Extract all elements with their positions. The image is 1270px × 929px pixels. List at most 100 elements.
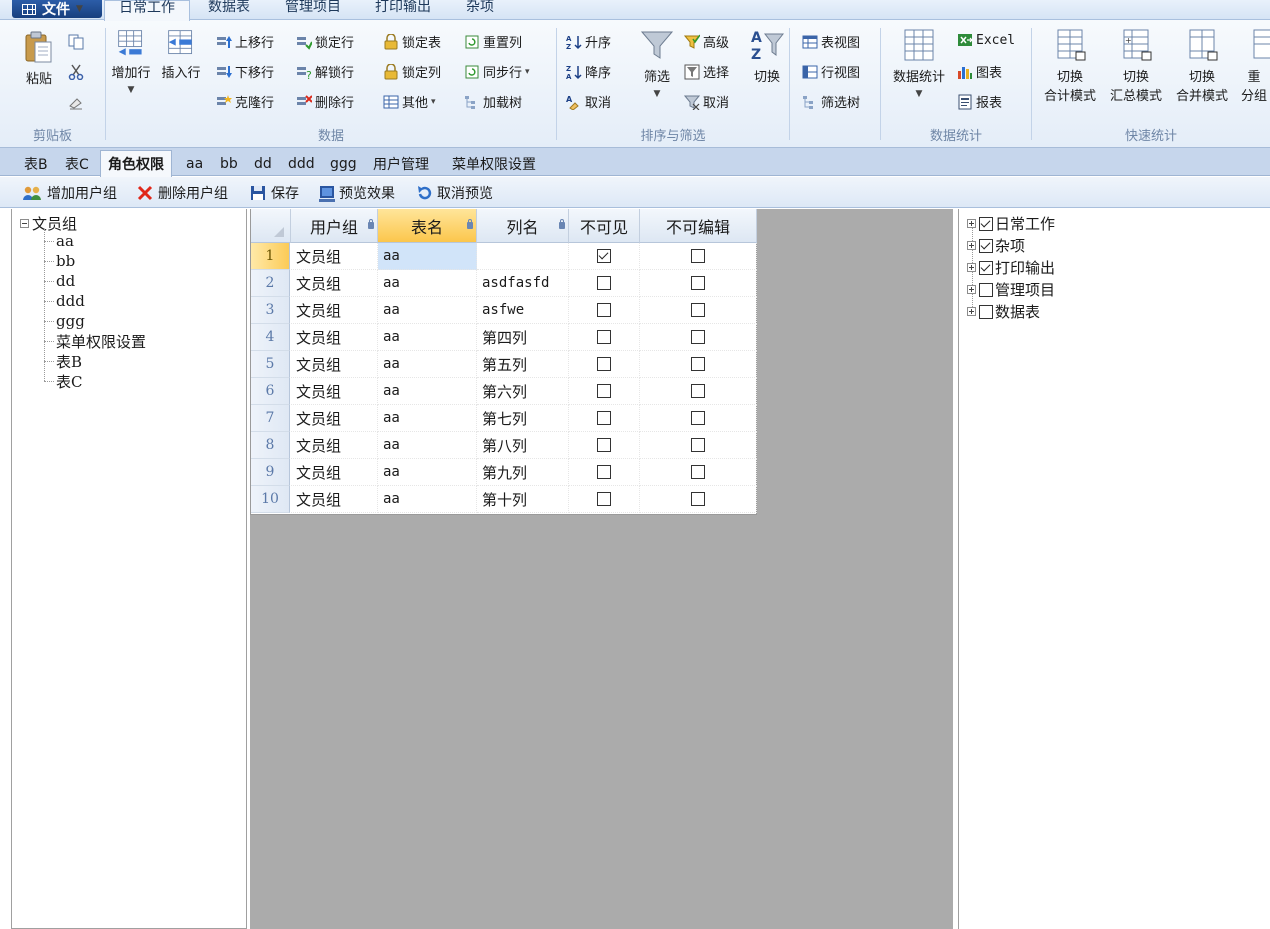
tree-node-menu-permissions[interactable]: 菜单权限设置 (56, 331, 146, 352)
tree-node-table-b[interactable]: 表B (56, 351, 82, 372)
invisible-checkbox[interactable] (597, 465, 611, 479)
noedit-checkbox[interactable] (691, 438, 705, 452)
menu-checkbox[interactable] (979, 282, 993, 297)
report-button[interactable]: 报表 (957, 92, 1002, 111)
grid-cell-group[interactable]: 文员组 (291, 486, 378, 513)
move-down-button[interactable]: 下移行 (216, 62, 274, 81)
data-stats-button[interactable]: 数据统计 ▼ (887, 28, 951, 100)
delete-user-group-button[interactable]: 删除用户组 (137, 182, 228, 204)
chart-button[interactable]: 图表 (957, 62, 1002, 81)
invisible-checkbox[interactable] (597, 411, 611, 425)
column-header-no-edit[interactable]: 不可编辑 (640, 209, 757, 243)
table-view-button[interactable]: 表视图 (802, 32, 860, 51)
select-filter-button[interactable]: 选择 (684, 62, 729, 81)
grid-cell-table[interactable]: aa (378, 243, 477, 270)
grid-cell-table[interactable]: aa (378, 432, 477, 459)
invisible-checkbox[interactable] (597, 384, 611, 398)
collapse-icon[interactable] (20, 219, 29, 228)
doc-tab-table-b[interactable]: 表B (24, 152, 48, 176)
preview-button[interactable]: 预览效果 (318, 182, 395, 204)
load-tree-button[interactable]: 加载树 (464, 92, 522, 111)
row-header[interactable]: 6 (251, 378, 290, 405)
row-header[interactable]: 4 (251, 324, 290, 351)
expand-icon[interactable] (967, 285, 976, 294)
invisible-checkbox[interactable] (597, 438, 611, 452)
grid-cell-col[interactable]: 第八列 (477, 432, 569, 459)
tree-node-ddd[interactable]: ddd (56, 292, 85, 310)
row-header[interactable]: 10 (251, 486, 290, 513)
doc-tab-role-permissions[interactable]: 角色权限 (100, 150, 172, 177)
column-header-column-name[interactable]: 列名 (477, 209, 569, 243)
menu-tree-node[interactable]: 打印输出 (967, 257, 1055, 278)
row-header[interactable]: 9 (251, 459, 290, 486)
ribbon-tab-print[interactable]: 打印输出 (375, 0, 431, 20)
menu-checkbox[interactable] (979, 238, 993, 253)
noedit-checkbox[interactable] (691, 465, 705, 479)
grid-cell-group[interactable]: 文员组 (291, 432, 378, 459)
cut-icon[interactable] (68, 64, 84, 81)
noedit-checkbox[interactable] (691, 357, 705, 371)
noedit-checkbox[interactable] (691, 276, 705, 290)
file-menu-button[interactable]: 文件 ▼ (12, 0, 102, 18)
format-painter-icon[interactable] (68, 94, 84, 110)
doc-tab-ddd[interactable]: ddd (288, 152, 315, 176)
ribbon-tab-manage[interactable]: 管理项目 (285, 0, 341, 20)
grid-cell-table[interactable]: aa (378, 324, 477, 351)
ribbon-tab-misc[interactable]: 杂项 (466, 0, 494, 20)
add-row-button[interactable]: 增加行 ▼ (108, 28, 154, 96)
grid-cell-table[interactable]: aa (378, 270, 477, 297)
clear-filter-button[interactable]: 取消 (683, 92, 729, 111)
sort-desc-button[interactable]: ZA 降序 (566, 62, 611, 82)
grid-cell-col[interactable]: 第五列 (477, 351, 569, 378)
grid-cell-group[interactable]: 文员组 (291, 405, 378, 432)
grid-corner[interactable] (251, 209, 291, 243)
row-header[interactable]: 3 (251, 297, 290, 324)
regroup-button[interactable]: 重 分组 (1238, 28, 1270, 104)
excel-button[interactable]: Excel (957, 32, 1015, 48)
copy-icon[interactable] (68, 34, 84, 50)
invisible-checkbox[interactable] (597, 249, 611, 263)
doc-tab-user-management[interactable]: 用户管理 (373, 152, 429, 176)
grid-cell-group[interactable]: 文员组 (291, 243, 378, 270)
grid-cell-table[interactable]: aa (378, 459, 477, 486)
grid-cell-group[interactable]: 文员组 (291, 351, 378, 378)
grid-cell-group[interactable]: 文员组 (291, 270, 378, 297)
menu-tree-node[interactable]: 管理项目 (967, 279, 1055, 300)
expand-icon[interactable] (967, 241, 976, 250)
noedit-checkbox[interactable] (691, 249, 705, 263)
save-button[interactable]: 保存 (250, 182, 299, 204)
invisible-checkbox[interactable] (597, 330, 611, 344)
menu-checkbox[interactable] (979, 260, 993, 275)
grid-cell-col[interactable]: 第十列 (477, 486, 569, 513)
switch-summary-mode-button[interactable]: + 切换 汇总模式 (1106, 28, 1166, 104)
doc-tab-aa[interactable]: aa (186, 152, 203, 176)
delete-row-button[interactable]: 删除行 (296, 92, 354, 111)
doc-tab-dd[interactable]: dd (254, 152, 272, 176)
tree-node-dd[interactable]: dd (56, 272, 75, 290)
clone-row-button[interactable]: 克隆行 (216, 92, 274, 111)
unlock-row-button[interactable]: ? 解锁行 (296, 62, 354, 82)
invisible-checkbox[interactable] (597, 492, 611, 506)
reset-col-button[interactable]: 重置列 (464, 32, 522, 51)
grid-cell-col[interactable]: 第七列 (477, 405, 569, 432)
sort-cancel-button[interactable]: A 取消 (566, 92, 611, 112)
noedit-checkbox[interactable] (691, 411, 705, 425)
doc-tab-ggg[interactable]: ggg (330, 152, 357, 176)
row-view-button[interactable]: 行视图 (802, 62, 860, 81)
invisible-checkbox[interactable] (597, 357, 611, 371)
tree-node-bb[interactable]: bb (56, 252, 75, 270)
grid-cell-group[interactable]: 文员组 (291, 324, 378, 351)
noedit-checkbox[interactable] (691, 492, 705, 506)
invisible-checkbox[interactable] (597, 276, 611, 290)
grid-cell-group[interactable]: 文员组 (291, 378, 378, 405)
cancel-preview-button[interactable]: 取消预览 (416, 182, 493, 204)
lock-row-button[interactable]: 锁定行 (296, 32, 354, 51)
invisible-checkbox[interactable] (597, 303, 611, 317)
switch-total-mode-button[interactable]: 切换 合计模式 (1040, 28, 1100, 104)
noedit-checkbox[interactable] (691, 384, 705, 398)
grid-cell-table[interactable]: aa (378, 378, 477, 405)
column-header-invisible[interactable]: 不可见 (569, 209, 640, 243)
doc-tab-bb[interactable]: bb (220, 152, 238, 176)
sync-row-button[interactable]: 同步行 ▾ (464, 62, 530, 81)
grid-cell-group[interactable]: 文员组 (291, 459, 378, 486)
